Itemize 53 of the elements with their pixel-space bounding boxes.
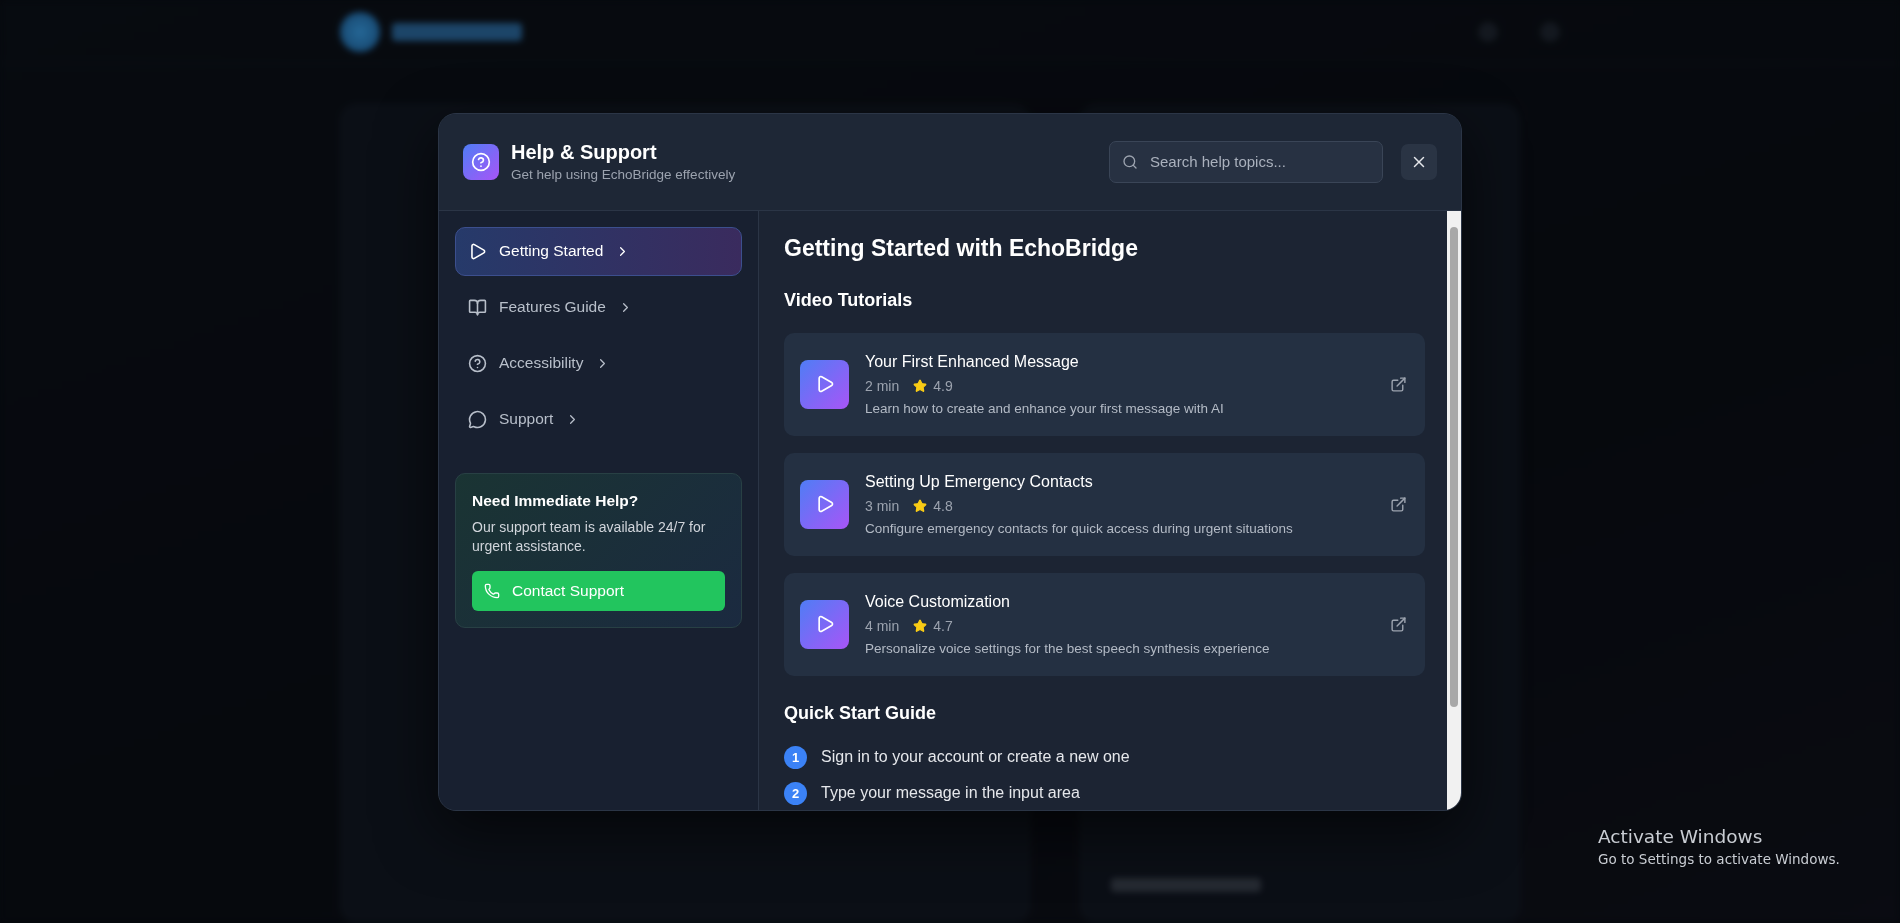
book-icon [468,297,487,317]
video-duration: 2 min [865,377,900,394]
video-card[interactable]: Voice Customization 4 min 4.7 Personalize voice settings for the best speech synthesis experience [784,572,1425,676]
close-button[interactable] [1401,143,1437,180]
search-input[interactable]: Search help topics... [1148,152,1370,171]
nav-item[interactable]: Features Guide [455,282,742,332]
logo-icon [340,11,380,52]
step-number: 2 [784,781,807,805]
external-link-icon[interactable] [1390,495,1407,513]
video-duration: 3 min [865,497,900,514]
video-description: Personalize voice settings for the best speech synthesis experience [865,640,1271,656]
card-text: Our support team is available 24/7 for urgent assistance. [472,517,707,557]
section-heading: Video Tutorials [784,289,914,311]
search-icon [1122,153,1138,170]
video-card[interactable]: Setting Up Emergency Contacts 3 min 4.8 Configure emergency contacts for quick access during urgent situations [784,452,1425,556]
video-title: Voice Customization [865,592,1011,611]
help-icon [468,353,487,373]
play-icon[interactable] [800,359,849,409]
video-rating: 4.8 [933,497,953,514]
video-description: Configure emergency contacts for quick access during urgent situations [865,520,1294,536]
star-icon [913,498,928,513]
video-rating: 4.9 [933,377,953,394]
external-link-icon[interactable] [1390,615,1407,633]
phone-icon [484,582,500,599]
nav-item[interactable]: Accessibility [455,338,742,388]
card-title: Need Immediate Help? [472,491,640,510]
video-title: Setting Up Emergency Contacts [865,472,1094,491]
scrollbar[interactable] [1447,210,1461,810]
star-icon [913,618,928,633]
video-description: Learn how to create and enhance your first message with AI [865,400,1225,416]
nav-item[interactable]: Support [455,394,742,444]
help-icon [463,143,499,180]
video-duration: 4 min [865,617,900,634]
step-text: Sign in to your account or create a new one [821,748,1130,766]
play-icon[interactable] [800,599,849,649]
search-field[interactable]: Search help topics... [1109,140,1383,183]
nav-item[interactable]: Getting Started [455,226,742,276]
step-text: Type your message in the input area [821,784,1080,802]
video-title: Your First Enhanced Message [865,352,1080,371]
section-heading: Quick Start Guide [784,702,938,724]
video-rating: 4.7 [933,617,953,634]
play-icon[interactable] [800,479,849,529]
dialog-title: Help & Support [511,141,658,164]
external-link-icon[interactable] [1390,375,1407,393]
play-icon [468,241,487,261]
star-icon [913,378,928,393]
video-card[interactable]: Your First Enhanced Message 2 min 4.9 Learn how to create and enhance your first message with AI [784,332,1425,436]
content-title: Getting Started with EchoBridge [784,234,1139,262]
notice-title: Activate Windows [1598,826,1764,847]
chat-icon [468,409,487,429]
step-number: 1 [784,745,807,769]
notice-text: Go to Settings to activate Windows. [1598,851,1840,867]
dialog-subtitle: Get help using EchoBridge effectively [511,167,737,182]
